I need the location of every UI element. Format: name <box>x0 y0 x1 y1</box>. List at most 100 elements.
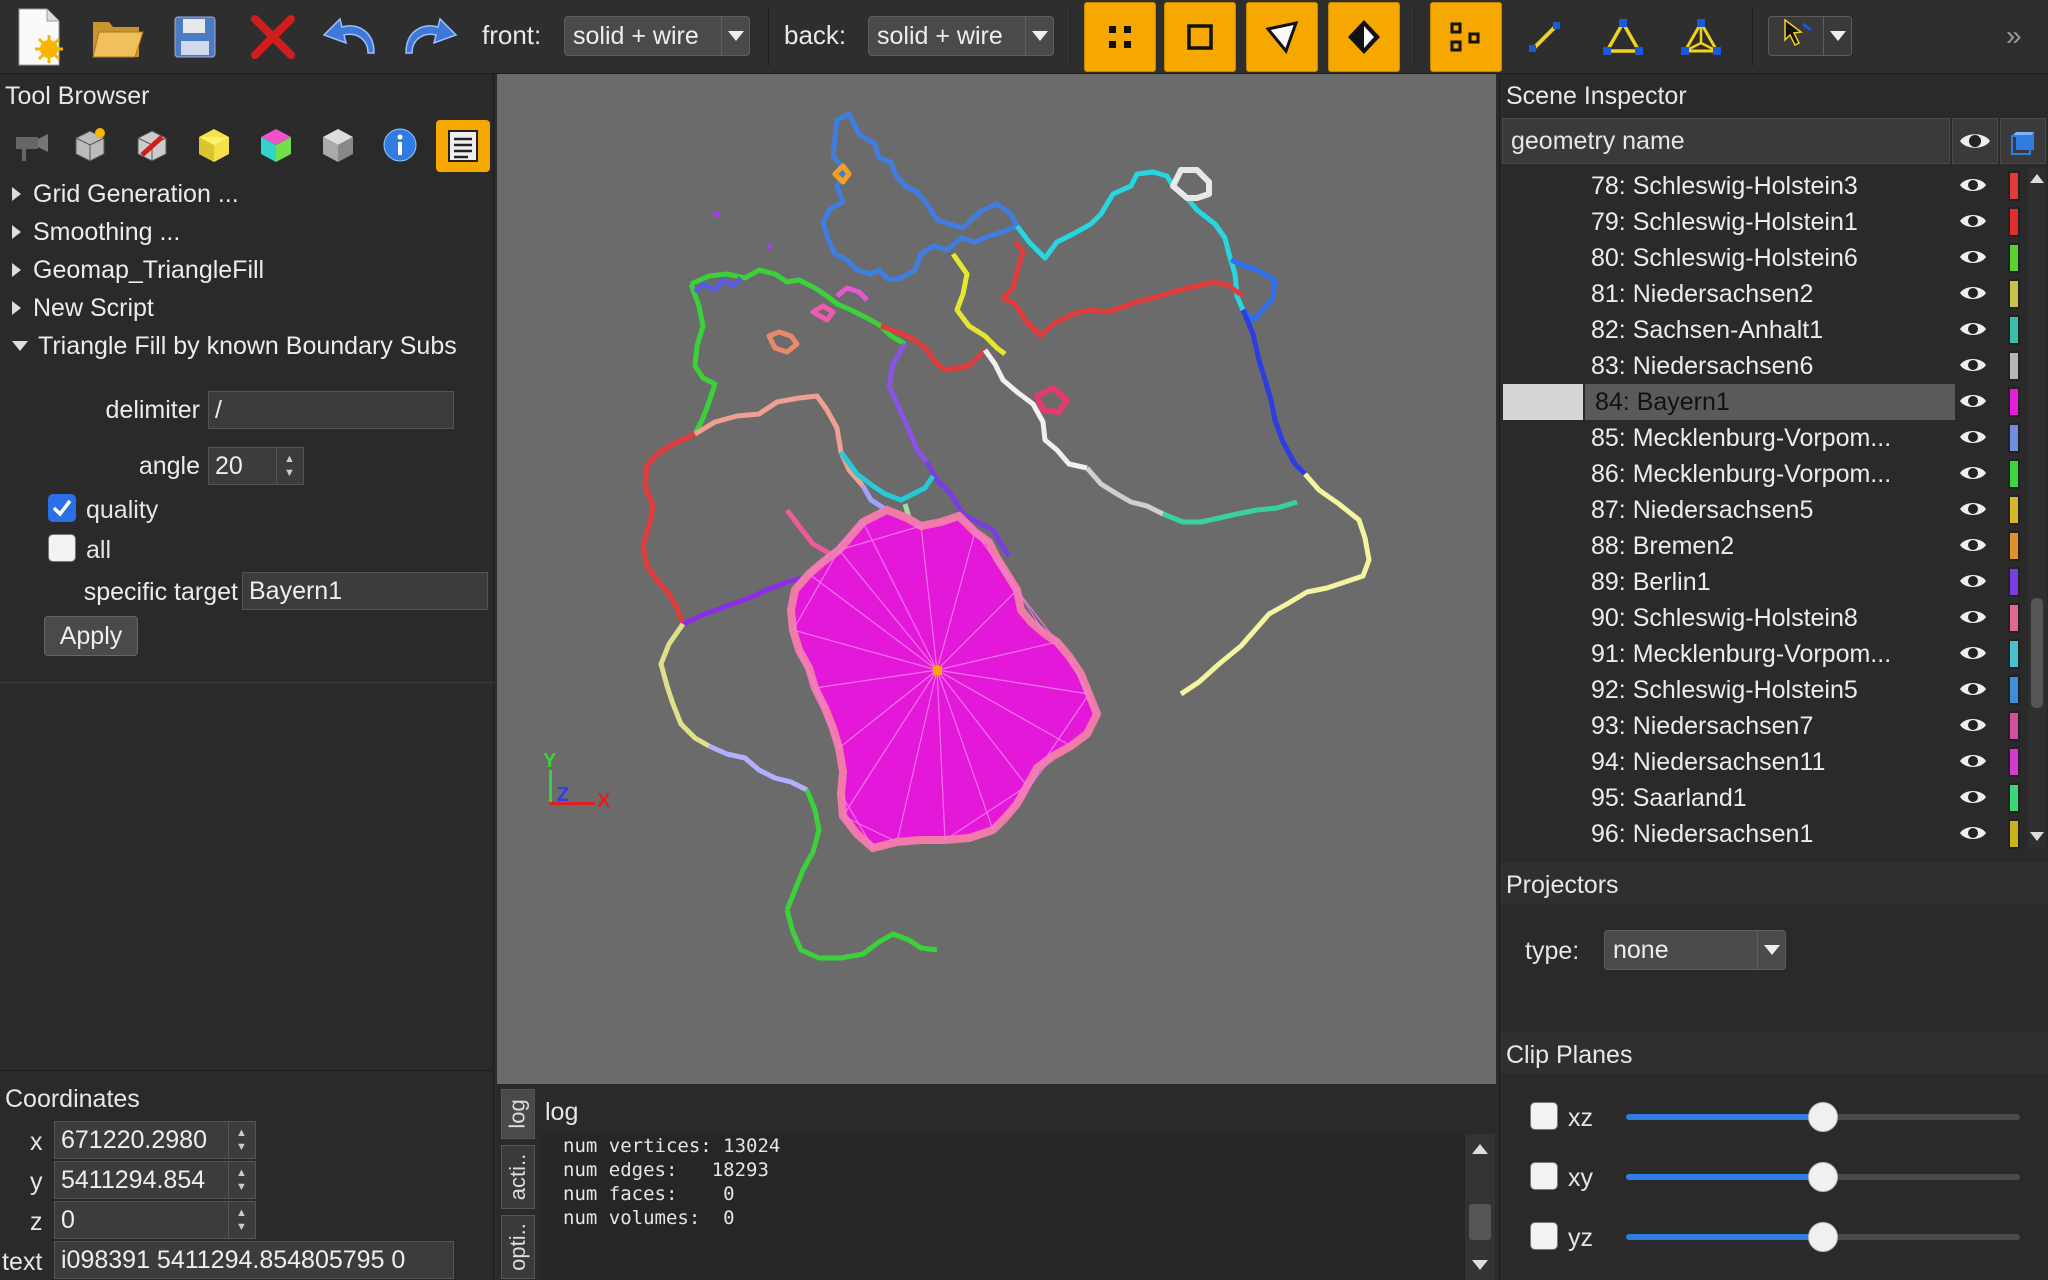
geometry-color-swatch[interactable] <box>2008 639 2020 669</box>
cube-edit-icon[interactable] <box>126 122 178 168</box>
geometry-row[interactable]: 88: Bremen2 <box>1503 528 1993 564</box>
eye-icon[interactable] <box>1958 751 1988 776</box>
eye-icon[interactable] <box>1958 427 1988 452</box>
tree-item-smoothing[interactable]: Smoothing ... <box>0 214 494 250</box>
redo-icon[interactable] <box>394 2 464 72</box>
z-coordinate-input[interactable]: 0 <box>54 1201 256 1239</box>
geometry-color-swatch[interactable] <box>2008 747 2020 777</box>
geometry-row[interactable]: 80: Schleswig-Holstein6 <box>1503 240 1993 276</box>
geometry-row[interactable]: 94: Niedersachsen11 <box>1503 744 1993 780</box>
eye-icon[interactable] <box>1958 463 1988 488</box>
clip-plane-checkbox[interactable] <box>1530 1102 1558 1130</box>
toolbar-overflow-icon[interactable]: » <box>2006 20 2022 52</box>
geometry-color-swatch[interactable] <box>2008 243 2020 273</box>
geometry-color-swatch[interactable] <box>2008 459 2020 489</box>
geometry-row[interactable]: 89: Berlin1 <box>1503 564 1993 600</box>
tab-log[interactable]: log <box>501 1089 535 1139</box>
angle-stepper-icon[interactable]: ▲ ▼ <box>276 447 302 485</box>
geometry-color-swatch[interactable] <box>2008 603 2020 633</box>
geometry-row[interactable]: 85: Mecklenburg-Vorpom... <box>1503 420 1993 456</box>
select-faces-icon[interactable] <box>1588 2 1658 72</box>
geometry-row[interactable]: 82: Sachsen-Anhalt1 <box>1503 312 1993 348</box>
eye-icon[interactable] <box>1958 499 1988 524</box>
geometry-color-swatch[interactable] <box>2008 279 2020 309</box>
geometry-color-swatch[interactable] <box>2008 423 2020 453</box>
geometry-name-header[interactable]: geometry name <box>1502 118 1950 164</box>
geometry-row[interactable]: 93: Niedersachsen7 <box>1503 708 1993 744</box>
geometry-color-swatch[interactable] <box>2008 351 2020 381</box>
front-render-select[interactable]: solid + wire <box>564 16 750 56</box>
geometry-row[interactable]: 91: Mecklenburg-Vorpom... <box>1503 636 1993 672</box>
text-coordinate-input[interactable]: i098391 5411294.854805795 0 <box>54 1241 454 1279</box>
vertex-mode-icon[interactable] <box>1084 2 1156 72</box>
tree-item-grid-generation[interactable]: Grid Generation ... <box>0 176 494 212</box>
geometry-color-swatch[interactable] <box>2008 495 2020 525</box>
scroll-thumb[interactable] <box>2031 598 2043 708</box>
yellow-cube-icon[interactable] <box>188 122 240 168</box>
quality-checkbox[interactable] <box>48 494 76 522</box>
inspector-scrollbar[interactable] <box>2028 168 2046 848</box>
eye-icon[interactable] <box>1958 571 1988 596</box>
geometry-row[interactable]: 83: Niedersachsen6 <box>1503 348 1993 384</box>
clip-plane-checkbox[interactable] <box>1530 1222 1558 1250</box>
geometry-color-swatch[interactable] <box>2008 711 2020 741</box>
apply-button[interactable]: Apply <box>44 616 138 656</box>
clip-plane-slider-knob[interactable] <box>1808 1162 1838 1192</box>
eye-icon[interactable] <box>1958 211 1988 236</box>
tab-actions[interactable]: acti.. <box>501 1145 535 1209</box>
new-cube-icon[interactable] <box>64 122 116 168</box>
geometry-row[interactable]: 86: Mecklenburg-Vorpom... <box>1503 456 1993 492</box>
z-stepper-icon[interactable]: ▲ ▼ <box>228 1201 254 1239</box>
eye-icon[interactable] <box>1958 823 1988 848</box>
back-render-select[interactable]: solid + wire <box>868 16 1054 56</box>
y-stepper-icon[interactable]: ▲ ▼ <box>228 1161 254 1199</box>
projector-type-select[interactable]: none <box>1604 930 1786 970</box>
clip-plane-slider-knob[interactable] <box>1808 1222 1838 1252</box>
new-file-icon[interactable] <box>4 2 74 72</box>
clip-plane-checkbox[interactable] <box>1530 1162 1558 1190</box>
script-list-icon[interactable] <box>436 120 490 172</box>
geometry-color-swatch[interactable] <box>2008 387 2020 417</box>
geometry-color-swatch[interactable] <box>2008 315 2020 345</box>
clip-plane-slider-track[interactable] <box>1823 1174 2020 1180</box>
3d-viewport[interactable]: Z Y X <box>497 74 1496 1084</box>
tree-item-geomap-trianglefill[interactable]: Geomap_TriangleFill <box>0 252 494 288</box>
gray-cube-icon[interactable] <box>312 122 364 168</box>
edge-mode-icon[interactable] <box>1164 2 1236 72</box>
eye-icon[interactable] <box>1958 391 1988 416</box>
geometry-color-swatch[interactable] <box>2008 819 2020 849</box>
delete-icon[interactable] <box>238 2 308 72</box>
eye-icon[interactable] <box>1958 787 1988 812</box>
clip-plane-slider-track[interactable] <box>1823 1234 2020 1240</box>
color-header-icon[interactable] <box>2000 118 2046 164</box>
open-folder-icon[interactable] <box>82 2 152 72</box>
scroll-down-icon[interactable] <box>2030 832 2044 841</box>
tree-item-triangle-fill[interactable]: Triangle Fill by known Boundary Subs <box>0 328 494 364</box>
all-checkbox[interactable] <box>48 534 76 562</box>
eye-icon[interactable] <box>1958 283 1988 308</box>
geometry-row[interactable]: 78: Schleswig-Holstein3 <box>1503 168 1993 204</box>
eye-icon[interactable] <box>1958 319 1988 344</box>
geometry-row[interactable]: 81: Niedersachsen2 <box>1503 276 1993 312</box>
color-cube-icon[interactable] <box>250 122 302 168</box>
scroll-up-icon[interactable] <box>1472 1144 1488 1154</box>
log-scrollbar[interactable] <box>1465 1134 1495 1280</box>
scroll-down-icon[interactable] <box>1472 1260 1488 1270</box>
geometry-color-swatch[interactable] <box>2008 675 2020 705</box>
geometry-color-swatch[interactable] <box>2008 531 2020 561</box>
selection-tool-select[interactable] <box>1768 16 1852 56</box>
y-coordinate-input[interactable]: 5411294.854 <box>54 1161 256 1199</box>
eye-icon[interactable] <box>1958 247 1988 272</box>
face-mode-icon[interactable] <box>1246 2 1318 72</box>
save-icon[interactable] <box>160 2 230 72</box>
eye-icon[interactable] <box>1958 175 1988 200</box>
clip-plane-slider-track[interactable] <box>1823 1114 2020 1120</box>
geometry-row[interactable]: 90: Schleswig-Holstein8 <box>1503 600 1993 636</box>
clip-plane-slider-knob[interactable] <box>1808 1102 1838 1132</box>
select-vertices-icon[interactable] <box>1430 2 1502 72</box>
eye-icon[interactable] <box>1958 679 1988 704</box>
tree-item-new-script[interactable]: New Script <box>0 290 494 326</box>
camera-icon[interactable] <box>6 122 58 168</box>
volume-mode-icon[interactable] <box>1328 2 1400 72</box>
x-coordinate-input[interactable]: 671220.2980 <box>54 1121 256 1159</box>
